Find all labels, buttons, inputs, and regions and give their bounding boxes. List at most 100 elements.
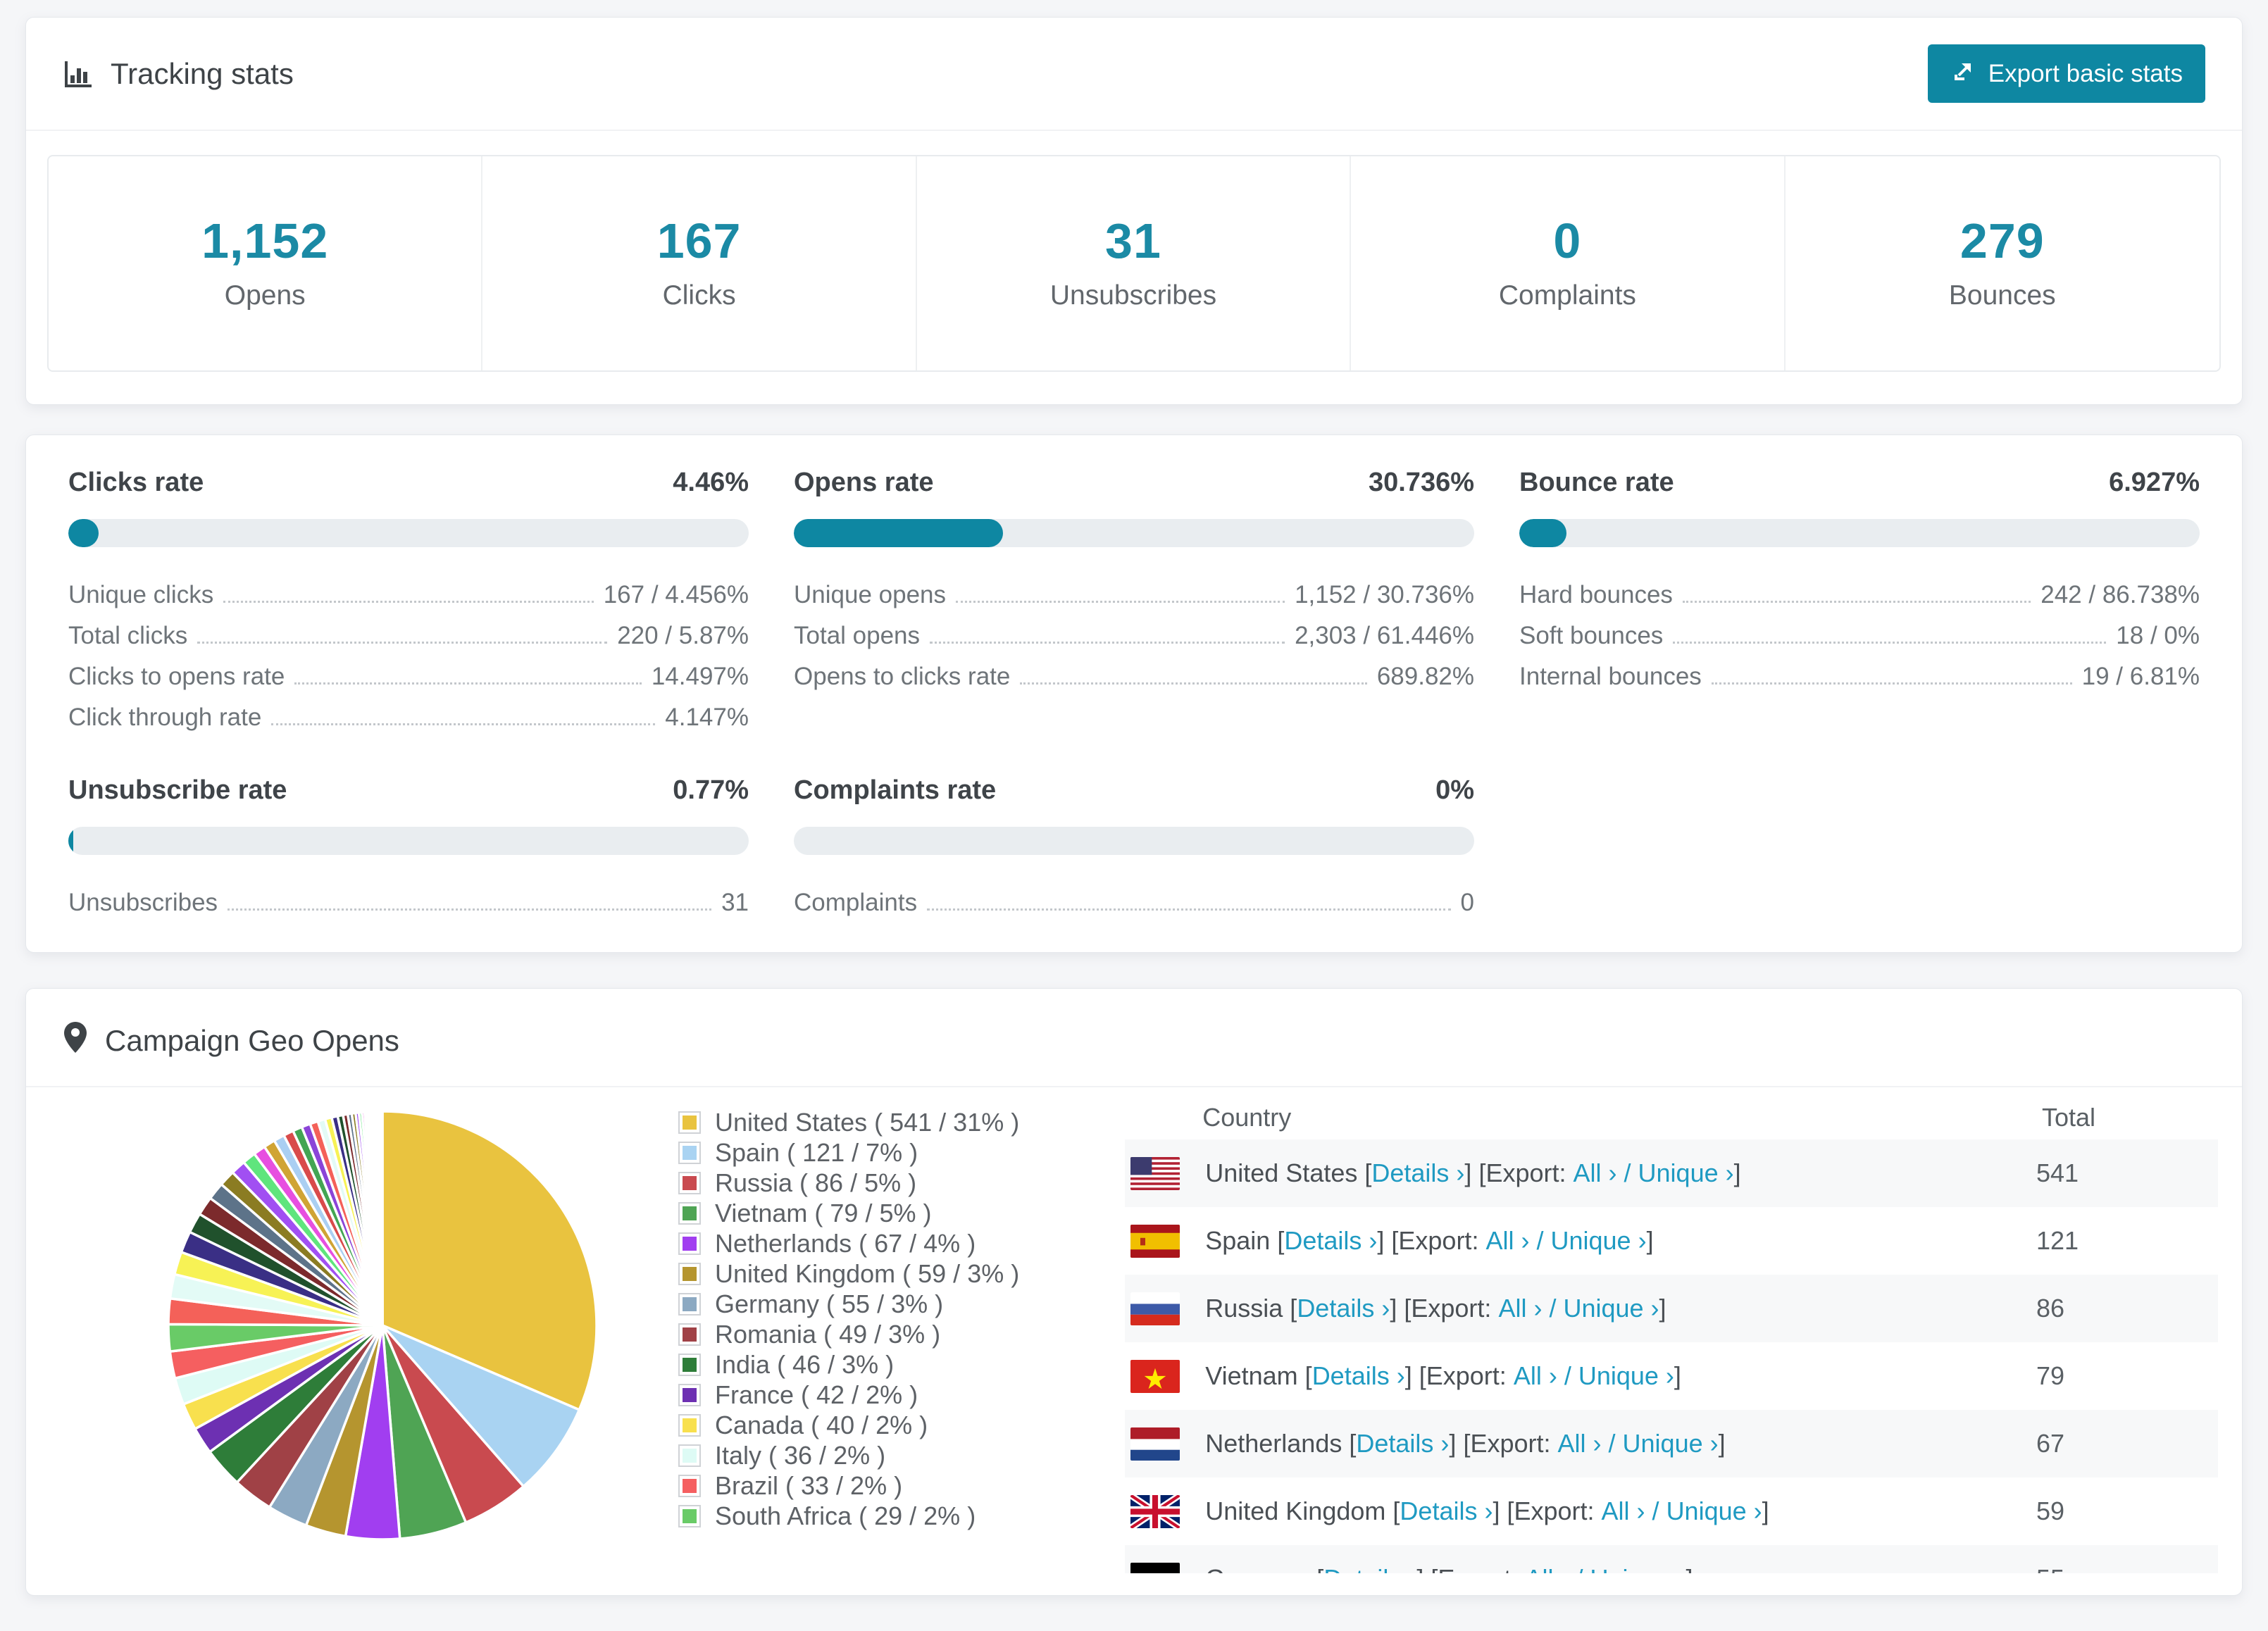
country-name: Spain (1205, 1226, 1270, 1256)
summary-stat-value: 1,152 (49, 213, 481, 269)
export-prefix: [Export: (1507, 1496, 1594, 1526)
rate-detail-value: 31 (721, 889, 749, 917)
export-unique-link[interactable]: Unique › (1638, 1158, 1734, 1188)
export-all-link[interactable]: All › (1498, 1294, 1542, 1323)
rate-detail-label: Unique clicks (68, 581, 213, 609)
rate-detail-row: Click through rate 4.147% (68, 691, 749, 732)
rate-detail-label: Unsubscribes (68, 889, 218, 917)
flag-gb-icon (1130, 1495, 1180, 1528)
dotted-leader (271, 723, 655, 725)
dotted-leader (197, 642, 607, 644)
bracket: ] (1686, 1564, 1693, 1573)
details-link[interactable]: Details › (1297, 1294, 1390, 1323)
details-link[interactable]: Details › (1356, 1429, 1449, 1458)
rate-value: 0.77% (673, 775, 749, 806)
bracket: ] (1674, 1361, 1681, 1391)
legend-label: Brazil ( 33 / 2% ) (715, 1471, 902, 1501)
details-link[interactable]: Details › (1400, 1496, 1493, 1526)
rate-detail-row: Total clicks 220 / 5.87% (68, 609, 749, 650)
flag-us-icon (1130, 1157, 1180, 1190)
export-unique-link[interactable]: Unique › (1550, 1226, 1646, 1256)
legend-item: France ( 42 / 2% ) (680, 1380, 1019, 1410)
bracket: ] (1464, 1158, 1478, 1188)
export-all-link[interactable]: All › (1525, 1564, 1569, 1573)
legend-item: Italy ( 36 / 2% ) (680, 1440, 1019, 1470)
export-all-link[interactable]: All › (1574, 1158, 1617, 1188)
legend-swatch (680, 1385, 699, 1405)
flag-vn-icon (1130, 1360, 1180, 1393)
dotted-leader (223, 601, 594, 603)
rate-detail-label: Internal bounces (1519, 663, 1702, 691)
dotted-leader (1712, 682, 2072, 685)
dotted-leader (1683, 601, 2031, 603)
details-link[interactable]: Details › (1284, 1226, 1377, 1256)
bracket: ] (1405, 1361, 1419, 1391)
export-basic-stats-button[interactable]: Export basic stats (1928, 44, 2205, 103)
rate-title: Clicks rate (68, 468, 204, 498)
geo-pie-chart (164, 1106, 601, 1542)
country-total: 79 (2036, 1361, 2212, 1391)
rate-detail-label: Opens to clicks rate (794, 663, 1010, 691)
country-total: 55 (2036, 1564, 2212, 1573)
flag-nl-icon (1130, 1427, 1180, 1461)
link-separator: / (1602, 1429, 1623, 1458)
export-all-link[interactable]: All › (1514, 1361, 1557, 1391)
export-unique-link[interactable]: Unique › (1590, 1564, 1686, 1573)
bracket: ] (1659, 1294, 1666, 1323)
bracket: [ (1392, 1496, 1400, 1526)
tracking-stats-header: Tracking stats Export basic stats (26, 18, 2242, 131)
export-unique-link[interactable]: Unique › (1666, 1496, 1762, 1526)
bracket: [ (1277, 1226, 1284, 1256)
legend-swatch (680, 1143, 699, 1163)
rate-detail-row: Complaints 0 (794, 876, 1474, 917)
flag-es-icon (1130, 1225, 1180, 1258)
rate-block: Complaints rate 0% Complaints 0 (794, 775, 1474, 917)
rates-card: Clicks rate 4.46% Unique clicks 167 / 4.… (25, 435, 2243, 953)
details-link[interactable]: Details › (1312, 1361, 1405, 1391)
rate-title: Bounce rate (1519, 468, 1674, 498)
page-title: Tracking stats (111, 57, 294, 91)
country-name: Netherlands (1205, 1429, 1342, 1458)
legend-label: Netherlands ( 67 / 4% ) (715, 1229, 976, 1258)
details-link[interactable]: Details › (1323, 1564, 1416, 1573)
rate-detail-row: Clicks to opens rate 14.497% (68, 650, 749, 691)
legend-item: Canada ( 40 / 2% ) (680, 1410, 1019, 1440)
export-all-link[interactable]: All › (1602, 1496, 1645, 1526)
export-all-link[interactable]: All › (1485, 1226, 1529, 1256)
legend-label: France ( 42 / 2% ) (715, 1380, 918, 1410)
bracket: ] (1734, 1158, 1741, 1188)
column-header-country: Country (1125, 1103, 2042, 1132)
geo-table-row: Netherlands [ Details › ] [Export: All ›… (1125, 1410, 2218, 1477)
country-total: 67 (2036, 1429, 2212, 1458)
details-link[interactable]: Details › (1371, 1158, 1464, 1188)
flag-de-icon (1130, 1563, 1180, 1574)
geo-table-header: Country Total (1125, 1096, 2218, 1139)
legend-swatch (680, 1204, 699, 1223)
summary-stat-label: Clicks (482, 280, 915, 311)
bracket: ] (1647, 1226, 1654, 1256)
legend-swatch (680, 1476, 699, 1496)
summary-stat-label: Complaints (1351, 280, 1783, 311)
rate-value: 4.46% (673, 468, 749, 498)
rate-detail-label: Total clicks (68, 622, 187, 650)
export-unique-link[interactable]: Unique › (1563, 1294, 1659, 1323)
rate-detail-value: 14.497% (652, 663, 749, 691)
legend-label: Russia ( 86 / 5% ) (715, 1168, 916, 1198)
rate-detail-label: Complaints (794, 889, 917, 917)
export-unique-link[interactable]: Unique › (1578, 1361, 1674, 1391)
rate-title: Opens rate (794, 468, 934, 498)
bracket: ] (1493, 1496, 1507, 1526)
legend-label: Romania ( 49 / 3% ) (715, 1320, 940, 1349)
summary-stat-value: 0 (1351, 213, 1783, 269)
legend-swatch (680, 1113, 699, 1132)
rate-progress-fill (1519, 519, 1566, 547)
export-unique-link[interactable]: Unique › (1623, 1429, 1719, 1458)
pie-legend: United States ( 541 / 31% ) Spain ( 121 … (680, 1107, 1019, 1531)
export-all-link[interactable]: All › (1558, 1429, 1602, 1458)
bracket: ] (1390, 1294, 1404, 1323)
rate-detail-label: Unique opens (794, 581, 946, 609)
link-separator: / (1645, 1496, 1666, 1526)
geo-table-row: United States [ Details › ] [Export: All… (1125, 1139, 2218, 1207)
rate-progress-track (68, 827, 749, 855)
summary-stat-label: Bounces (1786, 280, 2219, 311)
